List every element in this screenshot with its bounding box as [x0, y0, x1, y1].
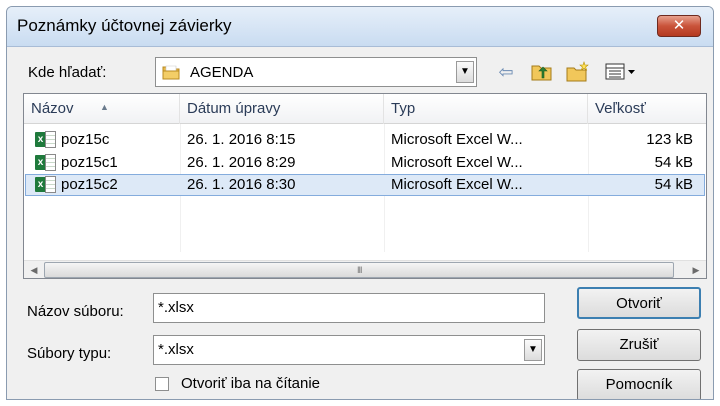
- help-button-label: Pomocník: [605, 376, 673, 393]
- new-folder-button[interactable]: [563, 59, 593, 85]
- view-menu-icon: [605, 63, 635, 80]
- excel-file-icon: x: [35, 131, 57, 148]
- lookin-dropdown-button[interactable]: ▼: [456, 61, 474, 83]
- close-icon: ✕: [672, 17, 686, 34]
- chevron-down-icon: ▼: [460, 66, 470, 77]
- close-button[interactable]: ✕: [657, 15, 701, 37]
- lookin-label: Kde hľadať:: [28, 64, 107, 81]
- cancel-button[interactable]: Zrušiť: [577, 329, 701, 361]
- file-list[interactable]: Názov ▲ Dátum úpravy Typ Veľkosť x poz15…: [23, 93, 707, 279]
- scrollbar-thumb[interactable]: III: [44, 262, 674, 278]
- file-name: poz15c2: [61, 176, 118, 193]
- cancel-button-label: Zrušiť: [619, 336, 659, 353]
- file-name: poz15c: [61, 131, 110, 148]
- column-date-label: Dátum úpravy: [187, 100, 281, 117]
- filename-value: *.xlsx: [158, 299, 194, 316]
- column-type-label: Typ: [391, 100, 416, 117]
- filetype-label: Súbory typu:: [27, 345, 112, 362]
- filename-input[interactable]: *.xlsx: [153, 293, 545, 323]
- open-file-dialog: Poznámky účtovnej závierky ✕ Kde hľadať:…: [6, 6, 714, 400]
- file-date: 26. 1. 2016 8:15: [187, 131, 296, 148]
- filetype-dropdown-button[interactable]: ▼: [524, 339, 542, 361]
- file-list-header: Názov ▲ Dátum úpravy Typ Veľkosť: [24, 94, 706, 124]
- sort-ascending-icon: ▲: [100, 102, 109, 112]
- horizontal-scrollbar[interactable]: ◀ III ▶: [24, 260, 706, 278]
- file-row[interactable]: x poz15c 26. 1. 2016 8:15 Microsoft Exce…: [25, 129, 705, 151]
- lookin-value: AGENDA: [190, 64, 254, 81]
- chevron-down-icon: ▼: [528, 344, 538, 355]
- view-menu-button[interactable]: [601, 59, 641, 85]
- filetype-value: *.xlsx: [158, 341, 194, 358]
- open-button[interactable]: Otvoriť: [577, 287, 701, 319]
- file-name: poz15c1: [61, 154, 118, 171]
- grip-icon: III: [357, 265, 362, 275]
- back-button[interactable]: ⇦: [491, 59, 521, 85]
- column-header-size[interactable]: Veľkosť: [588, 94, 706, 124]
- up-folder-icon: [531, 65, 552, 81]
- excel-file-icon: x: [35, 176, 57, 193]
- readonly-checkbox[interactable]: [155, 377, 169, 391]
- filetype-select[interactable]: *.xlsx ▼: [153, 335, 545, 365]
- file-type: Microsoft Excel W...: [391, 176, 523, 193]
- help-button[interactable]: Pomocník: [577, 369, 701, 399]
- file-date: 26. 1. 2016 8:29: [187, 154, 296, 171]
- excel-file-icon: x: [35, 154, 57, 171]
- back-arrow-icon: ⇦: [498, 62, 514, 82]
- filename-label: Názov súboru:: [27, 303, 124, 320]
- column-header-date[interactable]: Dátum úpravy: [180, 94, 384, 124]
- column-size-label: Veľkosť: [595, 100, 646, 117]
- open-button-label: Otvoriť: [616, 295, 662, 312]
- column-header-type[interactable]: Typ: [384, 94, 588, 124]
- scroll-left-icon[interactable]: ◀: [26, 262, 42, 278]
- file-size: 54 kB: [654, 176, 693, 193]
- readonly-label[interactable]: Otvoriť iba na čítanie: [181, 375, 320, 392]
- file-date: 26. 1. 2016 8:30: [187, 176, 296, 193]
- file-row-selected[interactable]: x poz15c2 26. 1. 2016 8:30 Microsoft Exc…: [25, 174, 705, 196]
- file-type: Microsoft Excel W...: [391, 154, 523, 171]
- column-header-name[interactable]: Názov ▲: [24, 94, 180, 124]
- file-type: Microsoft Excel W...: [391, 131, 523, 148]
- title-bar[interactable]: Poznámky účtovnej závierky ✕: [7, 7, 713, 47]
- lookin-combobox[interactable]: AGENDA ▼: [155, 57, 477, 87]
- file-size: 54 kB: [654, 154, 693, 171]
- dialog-title: Poznámky účtovnej závierky: [17, 16, 232, 35]
- column-name-label: Názov: [31, 100, 74, 117]
- file-size: 123 kB: [646, 131, 693, 148]
- new-folder-icon: [566, 61, 589, 82]
- folder-icon: [162, 65, 180, 80]
- file-row[interactable]: x poz15c1 26. 1. 2016 8:29 Microsoft Exc…: [25, 152, 705, 174]
- up-folder-button[interactable]: [527, 59, 557, 85]
- scroll-right-icon[interactable]: ▶: [688, 262, 704, 278]
